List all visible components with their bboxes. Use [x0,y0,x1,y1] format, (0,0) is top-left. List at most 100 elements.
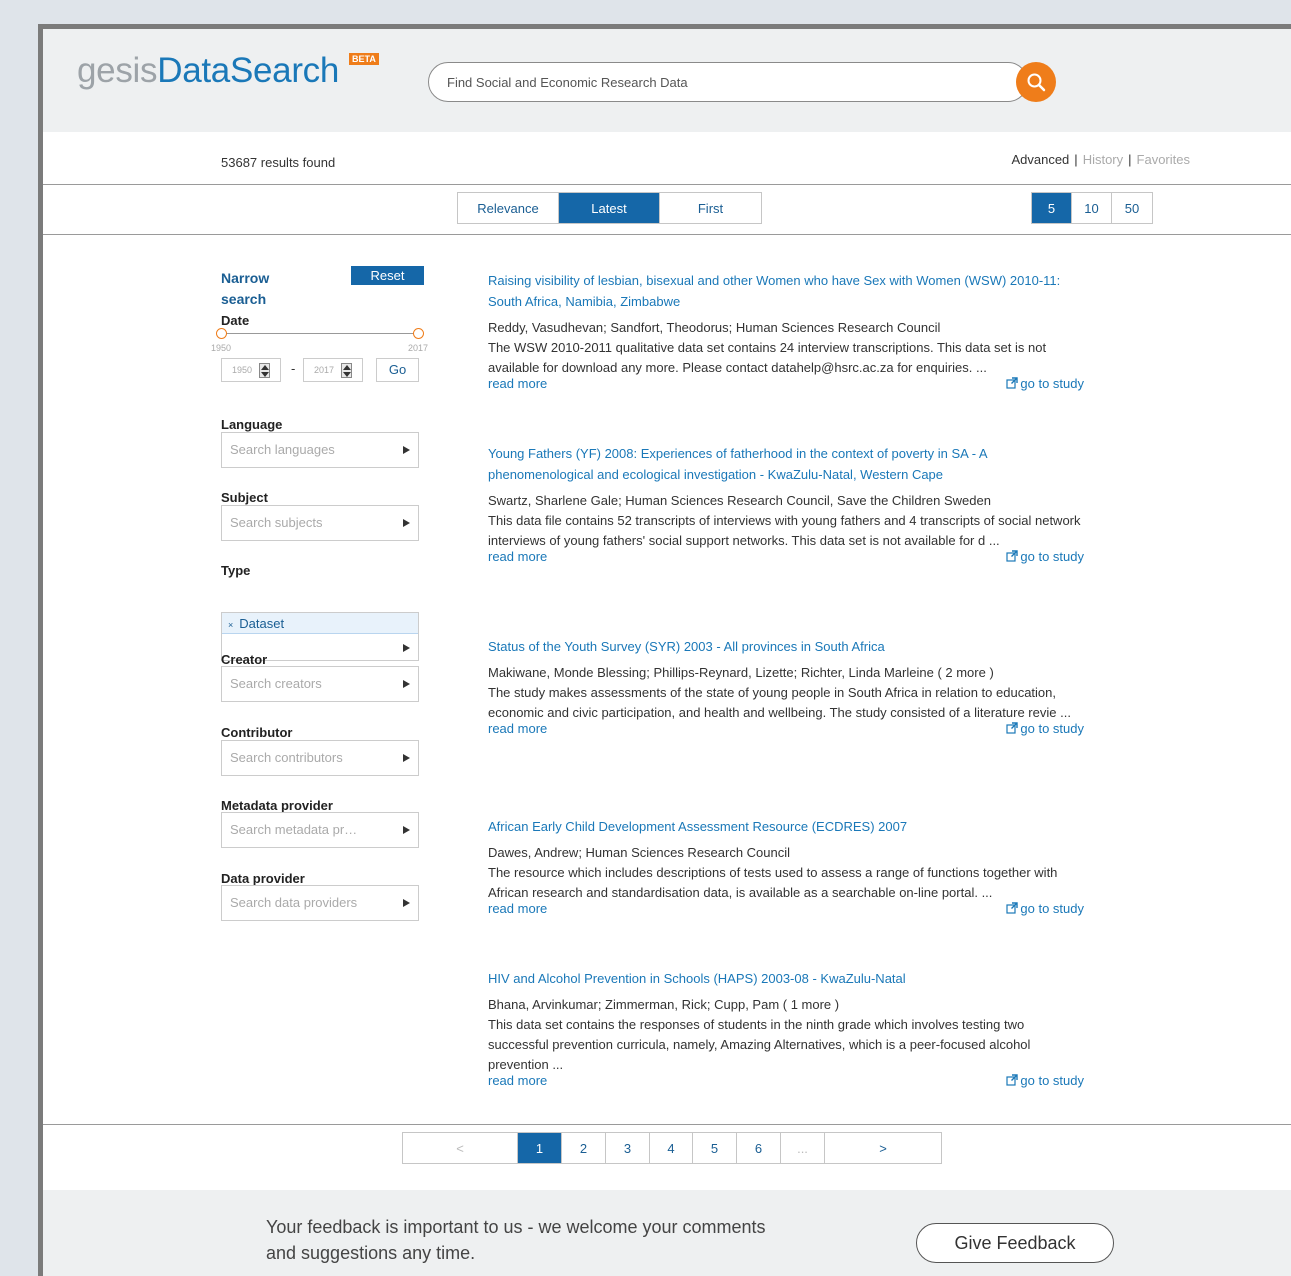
read-more-link[interactable]: read more [488,721,547,736]
date-go-button[interactable]: Go [376,358,419,382]
read-more-link[interactable]: read more [488,1073,547,1088]
type-chip-label: Dataset [239,616,285,631]
go-to-study-link[interactable]: go to study [1006,721,1084,736]
result-item: African Early Child Development Assessme… [488,816,1088,921]
result-authors: Swartz, Sharlene Gale; Human Sciences Re… [488,493,991,508]
result-authors: Bhana, Arvinkumar; Zimmerman, Rick; Cupp… [488,997,840,1012]
expand-arrow-icon[interactable] [403,519,410,527]
spinner-icon[interactable] [341,363,352,378]
data-provider-label: Data provider [221,871,305,886]
result-title-link[interactable]: African Early Child Development Assessme… [488,816,1088,837]
external-link-icon [1006,377,1019,389]
go-to-study-link[interactable]: go to study [1006,376,1084,391]
result-item: HIV and Alcohol Prevention in Schools (H… [488,968,1088,1093]
site-logo[interactable]: gesisDataSearch [77,51,339,91]
expand-arrow-icon[interactable] [403,899,410,907]
page-size-10-button[interactable]: 10 [1072,193,1112,223]
date-to-value: 2017 [314,365,335,375]
subject-filter[interactable] [221,505,419,541]
data-provider-search-input[interactable] [230,895,390,910]
top-links: Advanced | History | Favorites [1011,152,1190,167]
reset-button[interactable]: Reset [351,266,424,285]
result-description: This data set contains the responses of … [488,1017,1031,1072]
result-item: Young Fathers (YF) 2008: Experiences of … [488,443,1088,569]
date-from-value: 1950 [232,365,253,375]
prev-page-button[interactable]: < [403,1133,518,1163]
page-size-5-button[interactable]: 5 [1032,193,1072,223]
language-search-input[interactable] [230,442,390,457]
spinner-icon[interactable] [259,363,270,378]
page-5-button[interactable]: 5 [693,1133,737,1163]
go-to-study-link[interactable]: go to study [1006,901,1084,916]
remove-chip-icon[interactable]: × [228,620,233,630]
give-feedback-button[interactable]: Give Feedback [916,1223,1114,1263]
date-slider-min-handle[interactable] [216,328,227,339]
result-description: This data file contains 52 transcripts o… [488,513,1081,548]
expand-arrow-icon[interactable] [403,754,410,762]
date-slider-track [221,333,419,334]
page-6-button[interactable]: 6 [737,1133,781,1163]
subject-label: Subject [221,490,268,505]
page-4-button[interactable]: 4 [650,1133,693,1163]
advanced-link[interactable]: Advanced [1011,152,1069,167]
language-filter[interactable] [221,432,419,468]
read-more-link[interactable]: read more [488,901,547,916]
history-link[interactable]: History [1083,152,1123,167]
subject-search-input[interactable] [230,515,390,530]
result-title-link[interactable]: HIV and Alcohol Prevention in Schools (H… [488,968,1088,989]
page-ellipsis: ... [781,1133,825,1163]
sort-relevance-button[interactable]: Relevance [458,193,559,223]
result-title-link[interactable]: Raising visibility of lesbian, bisexual … [488,270,1088,312]
go-to-study-link[interactable]: go to study [1006,1073,1084,1088]
result-description: The resource which includes descriptions… [488,865,1058,900]
expand-arrow-icon[interactable] [403,680,410,688]
go-to-study-label: go to study [1020,721,1084,736]
date-slider-max-handle[interactable] [413,328,424,339]
search-input[interactable] [447,72,1007,92]
result-item: Raising visibility of lesbian, bisexual … [488,270,1088,396]
pagination: < 1 2 3 4 5 6 ... > [402,1132,942,1164]
page-size-50-button[interactable]: 50 [1112,193,1152,223]
go-to-study-label: go to study [1020,549,1084,564]
date-to-field[interactable]: 2017 [303,358,363,382]
result-title-link[interactable]: Young Fathers (YF) 2008: Experiences of … [488,443,1088,485]
favorites-link[interactable]: Favorites [1137,152,1190,167]
external-link-icon [1006,1074,1019,1086]
site-header: gesisDataSearch BETA [43,29,1291,132]
expand-arrow-icon[interactable] [403,446,410,454]
page-3-button[interactable]: 3 [606,1133,650,1163]
results-count: 53687 results found [221,155,336,170]
creator-filter[interactable] [221,666,419,702]
read-more-link[interactable]: read more [488,549,547,564]
metadata-provider-search-input[interactable] [230,822,390,837]
contributor-filter[interactable] [221,740,419,776]
date-from-field[interactable]: 1950 [221,358,281,382]
logo-datasearch-text: DataSearch [157,51,340,90]
search-icon [1027,73,1046,92]
page-1-button[interactable]: 1 [518,1133,562,1163]
next-page-button[interactable]: > [825,1133,941,1163]
metadata-provider-filter[interactable] [221,812,419,848]
sort-latest-button[interactable]: Latest [559,193,660,223]
go-to-study-link[interactable]: go to study [1006,549,1084,564]
search-button[interactable] [1016,62,1056,102]
creator-search-input[interactable] [230,676,390,691]
sort-toolbar: Relevance Latest First 5 10 50 [43,186,1291,235]
contributor-label: Contributor [221,725,293,740]
read-more-link[interactable]: read more [488,376,547,391]
contributor-search-input[interactable] [230,750,390,765]
page-2-button[interactable]: 2 [562,1133,606,1163]
logo-gesis-text: gesis [77,51,158,90]
expand-arrow-icon[interactable] [403,826,410,834]
expand-arrow-icon[interactable] [403,644,410,652]
sort-first-button[interactable]: First [660,193,761,223]
results-summary-bar: 53687 results found Advanced | History | Fav… [43,132,1291,185]
type-chip-dataset[interactable]: × Dataset [222,613,418,634]
data-provider-filter[interactable] [221,885,419,921]
result-title-link[interactable]: Status of the Youth Survey (SYR) 2003 - … [488,636,1088,657]
go-to-study-label: go to study [1020,376,1084,391]
metadata-provider-label: Metadata provider [221,798,333,813]
external-link-icon [1006,722,1019,734]
language-label: Language [221,417,283,432]
result-description: The study makes assessments of the state… [488,685,1071,720]
